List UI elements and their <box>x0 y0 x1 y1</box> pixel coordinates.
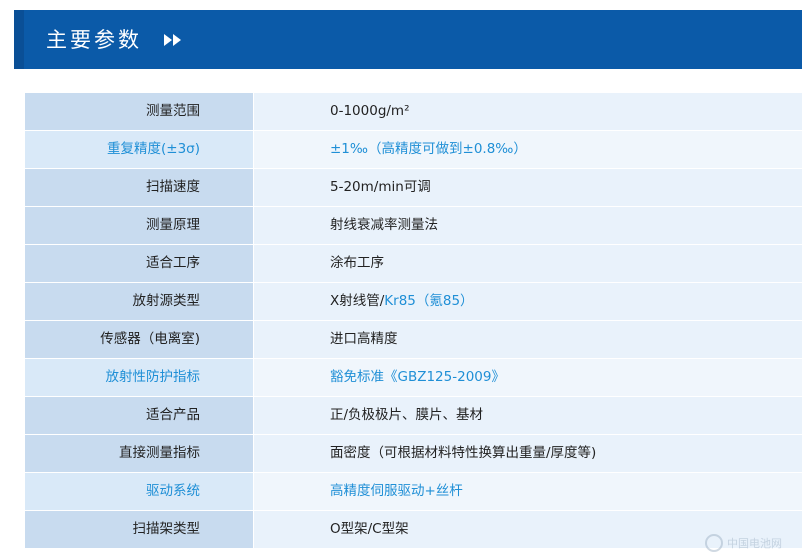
param-value: 射线衰减率测量法 <box>254 207 802 244</box>
param-label: 扫描架类型 <box>25 511 254 548</box>
table-row: 放射性防护指标 豁免标准《GBZ125-2009》 <box>25 359 802 397</box>
table-row: 测量原理 射线衰减率测量法 <box>25 207 802 245</box>
param-value: 涂布工序 <box>254 245 802 282</box>
section-title: 主要参数 <box>46 28 142 52</box>
param-label: 传感器（电离室) <box>25 321 254 358</box>
param-value-part: X射线管/ <box>330 293 385 309</box>
table-row: 扫描速度 5-20m/min可调 <box>25 169 802 207</box>
table-row: 适合产品 正/负极极片、膜片、基材 <box>25 397 802 435</box>
param-label: 测量原理 <box>25 207 254 244</box>
param-value: 正/负极极片、膜片、基材 <box>254 397 802 434</box>
param-label: 放射源类型 <box>25 283 254 320</box>
table-row: 测量范围 0-1000g/m² <box>25 93 802 131</box>
param-value: 5-20m/min可调 <box>254 169 802 206</box>
param-value: 豁免标准《GBZ125-2009》 <box>254 359 802 396</box>
param-value: ±1‰（高精度可做到±0.8‰） <box>254 131 802 168</box>
watermark-text: 中国电池网 <box>727 537 782 550</box>
param-label: 直接测量指标 <box>25 435 254 472</box>
param-label: 测量范围 <box>25 93 254 130</box>
parameters-table: 测量范围 0-1000g/m² 重复精度(±3σ) ±1‰（高精度可做到±0.8… <box>25 93 802 549</box>
table-row: 放射源类型 X射线管/Kr85（氪85） <box>25 283 802 321</box>
param-value: 高精度伺服驱动+丝杆 <box>254 473 802 510</box>
param-value: X射线管/Kr85（氪85） <box>254 283 802 320</box>
table-row: 扫描架类型 O型架/C型架 <box>25 511 802 549</box>
arrow-right-icon <box>164 34 172 46</box>
param-label: 驱动系统 <box>25 473 254 510</box>
watermark-logo-icon <box>705 534 723 552</box>
watermark: 中国电池网 <box>705 534 782 552</box>
param-value: 0-1000g/m² <box>254 93 802 130</box>
arrow-right-icon <box>173 34 181 46</box>
param-value: 进口高精度 <box>254 321 802 358</box>
param-label: 重复精度(±3σ) <box>25 131 254 168</box>
param-label: 适合产品 <box>25 397 254 434</box>
section-header: 主要参数 <box>14 10 802 69</box>
param-label: 扫描速度 <box>25 169 254 206</box>
param-value-highlight: Kr85（氪85） <box>384 293 474 309</box>
table-row: 传感器（电离室) 进口高精度 <box>25 321 802 359</box>
param-label: 放射性防护指标 <box>25 359 254 396</box>
param-value: 面密度（可根据材料特性换算出重量/厚度等) <box>254 435 802 472</box>
table-row: 重复精度(±3σ) ±1‰（高精度可做到±0.8‰） <box>25 131 802 169</box>
table-row: 直接测量指标 面密度（可根据材料特性换算出重量/厚度等) <box>25 435 802 473</box>
table-row: 适合工序 涂布工序 <box>25 245 802 283</box>
table-row: 驱动系统 高精度伺服驱动+丝杆 <box>25 473 802 511</box>
double-arrow-icon <box>164 34 182 46</box>
param-label: 适合工序 <box>25 245 254 282</box>
